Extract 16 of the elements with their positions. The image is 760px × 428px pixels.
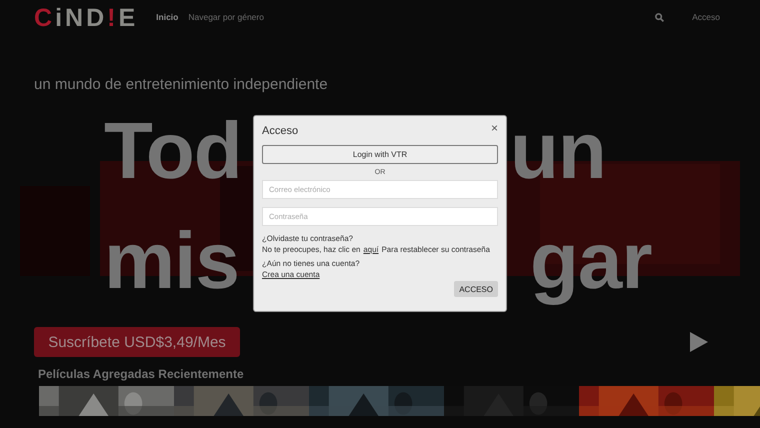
close-button[interactable]: × [490,122,498,134]
search-icon[interactable] [655,12,664,22]
dialog-title: Acceso [262,125,298,137]
nav-link[interactable]: Inicio [156,12,178,22]
vtr-login-button[interactable]: Login with VTR [262,145,498,164]
subscribe-button[interactable]: Suscríbete USD$3,49/Mes [34,327,240,357]
play-icon[interactable] [690,332,708,352]
login-link[interactable]: Acceso [692,12,720,22]
nav-link[interactable]: Navegar por género [188,12,264,22]
tagline: un mundo de entretenimiento independiente [33,75,329,93]
headline-text: un [510,111,606,191]
headline-text: Tod [104,111,242,191]
section-title: Películas Agregadas Recientemente [37,366,245,383]
submit-button[interactable]: ACCESO [454,281,498,297]
logo[interactable]: Ci N D!E [34,6,138,30]
headline-text: mis [104,221,239,301]
